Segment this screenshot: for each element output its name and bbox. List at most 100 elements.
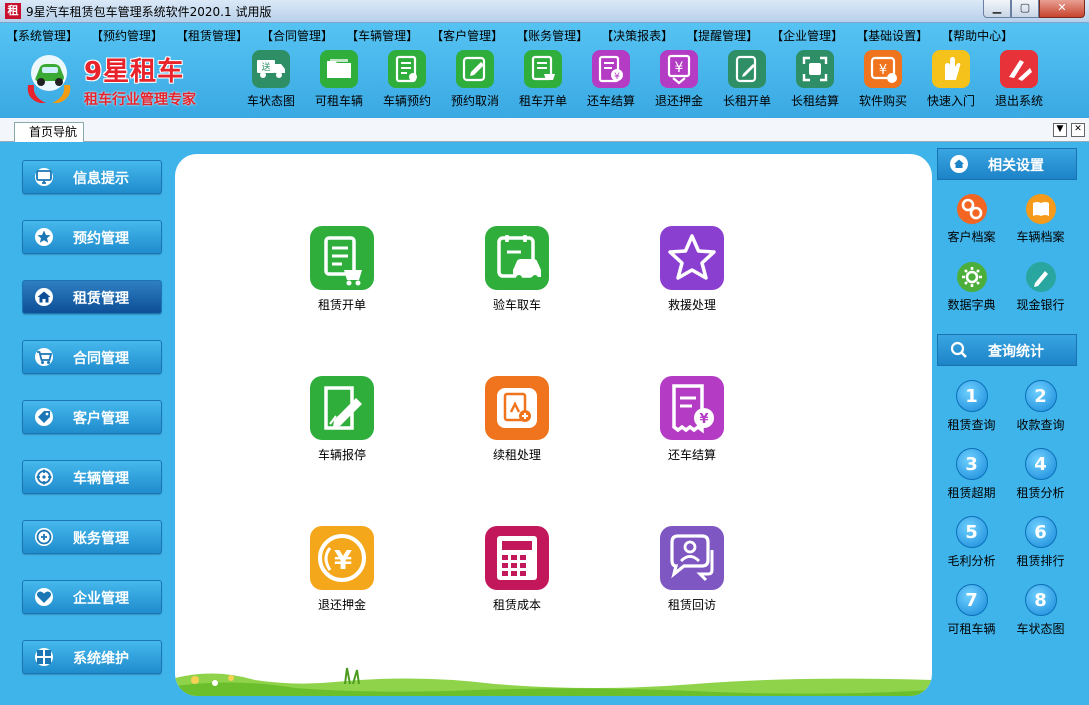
svg-text:¥: ¥ bbox=[879, 63, 887, 78]
query-item[interactable]: 3 租赁超期 bbox=[937, 448, 1006, 516]
query-item[interactable]: 6 租赁排行 bbox=[1006, 516, 1075, 584]
renew-icon bbox=[485, 376, 549, 440]
menu-item[interactable]: 【账务管理】 bbox=[516, 27, 588, 45]
menu-item[interactable]: 【决策报表】 bbox=[601, 27, 673, 45]
toolbar-button[interactable]: 退出系统 bbox=[985, 50, 1053, 109]
settings-item[interactable]: 现金银行 bbox=[1006, 262, 1075, 330]
query-item[interactable]: 1 租赁查询 bbox=[937, 380, 1006, 448]
close-button[interactable]: ✕ bbox=[1039, 0, 1085, 18]
cart-doc-icon bbox=[531, 55, 555, 81]
cart-icon bbox=[35, 348, 53, 366]
query-item-label: 可租车辆 bbox=[947, 622, 996, 636]
function-tile[interactable]: 车辆报停 bbox=[287, 376, 397, 463]
query-item[interactable]: 5 毛利分析 bbox=[937, 516, 1006, 584]
function-tile[interactable]: 续租处理 bbox=[462, 376, 572, 463]
settings-item[interactable]: 数据字典 bbox=[937, 262, 1006, 330]
query-item[interactable]: 8 车状态图 bbox=[1006, 584, 1075, 652]
yen-receipt-icon: ¥ bbox=[660, 376, 724, 440]
function-tile-label: 退还押金 bbox=[317, 598, 366, 612]
pencil-icon bbox=[1025, 262, 1056, 292]
toolbar-button-label: 还车结算 bbox=[586, 94, 635, 108]
function-tile[interactable]: 验车取车 bbox=[462, 226, 572, 313]
menu-item[interactable]: 【基础设置】 bbox=[856, 27, 928, 45]
function-tile-label: 车辆报停 bbox=[317, 448, 366, 462]
query-item[interactable]: 4 租赁分析 bbox=[1006, 448, 1075, 516]
grid-icon bbox=[35, 648, 53, 666]
nav-button[interactable]: 系统维护 bbox=[22, 640, 162, 674]
toolbar-button[interactable]: ¥ 还车结算 bbox=[577, 50, 645, 109]
car-check-icon bbox=[485, 226, 549, 290]
query-item-label: 租赁排行 bbox=[1016, 554, 1065, 568]
yen-doc-icon: ¥ bbox=[598, 55, 623, 83]
pen-doc-icon bbox=[324, 386, 362, 430]
toolbar-button[interactable]: 快速入门 bbox=[917, 50, 985, 109]
function-tile[interactable]: 救援处理 bbox=[637, 226, 747, 313]
toolbar-button[interactable]: 可租车辆 bbox=[305, 50, 373, 109]
toolbar-button[interactable]: 长租结算 bbox=[781, 50, 849, 109]
book-icon bbox=[1025, 194, 1056, 224]
toolbar-button-label: 软件购买 bbox=[858, 94, 907, 108]
menu-item[interactable]: 【合同管理】 bbox=[261, 27, 333, 45]
function-tile-label: 验车取车 bbox=[492, 298, 541, 312]
function-tile-label: 租赁回访 bbox=[667, 598, 716, 612]
maximize-button[interactable]: ▢ bbox=[1011, 0, 1039, 18]
query-item[interactable]: 2 收款查询 bbox=[1006, 380, 1075, 448]
tab-home-navigation[interactable]: 首页导航 bbox=[14, 122, 85, 142]
toolbar-button[interactable]: 送 车状态图 bbox=[237, 50, 305, 109]
folder-icon bbox=[320, 50, 358, 88]
settings-item[interactable]: 车辆档案 bbox=[1006, 194, 1075, 262]
logo-subtitle: 租车行业管理专家 bbox=[84, 92, 196, 108]
settings-item[interactable]: 客户档案 bbox=[937, 194, 1006, 262]
nav-button-label: 租赁管理 bbox=[73, 291, 129, 307]
nav-button[interactable]: 合同管理 bbox=[22, 340, 162, 374]
settings-grid: 客户档案 车辆档案 数据字典 现金银行 bbox=[937, 180, 1077, 334]
tab-close-button[interactable]: ✕ bbox=[1071, 123, 1085, 137]
nav-button[interactable]: 企业管理 bbox=[22, 580, 162, 614]
menu-item[interactable]: 【企业管理】 bbox=[771, 27, 843, 45]
heart-icon bbox=[35, 588, 53, 606]
toolbar-button[interactable]: ¥ 退还押金 bbox=[645, 50, 713, 109]
folder-icon bbox=[327, 59, 351, 78]
nav-button[interactable]: 账务管理 bbox=[22, 520, 162, 554]
menu-item[interactable]: 【租赁管理】 bbox=[176, 27, 248, 45]
pencil-icon bbox=[1033, 271, 1048, 287]
toolbar-button[interactable]: 车辆预约 bbox=[373, 50, 441, 109]
svg-text:¥: ¥ bbox=[334, 546, 352, 576]
function-tile[interactable]: 租赁开单 bbox=[287, 226, 397, 313]
function-tile[interactable]: 租赁回访 bbox=[637, 526, 747, 613]
nav-button[interactable]: 信息提示 bbox=[22, 160, 162, 194]
function-tile[interactable]: ¥ 退还押金 bbox=[287, 526, 397, 613]
nav-button[interactable]: 客户管理 bbox=[22, 400, 162, 434]
truck-icon: 送 bbox=[257, 60, 285, 78]
query-item[interactable]: 7 可租车辆 bbox=[937, 584, 1006, 652]
toolbar-button[interactable]: 租车开单 bbox=[509, 50, 577, 109]
nav-button[interactable]: 租赁管理 bbox=[22, 280, 162, 314]
function-tile[interactable]: ¥ 还车结算 bbox=[637, 376, 747, 463]
toolbar-button[interactable]: 预约取消 bbox=[441, 50, 509, 109]
link-icon bbox=[956, 194, 987, 224]
toolbar-button-label: 车辆预约 bbox=[382, 94, 431, 108]
settle-icon bbox=[802, 56, 828, 82]
toolbar-button-label: 退还押金 bbox=[654, 94, 703, 108]
toolbar-button[interactable]: ¥ 软件购买 bbox=[849, 50, 917, 109]
nav-button[interactable]: 预约管理 bbox=[22, 220, 162, 254]
tab-dropdown-button[interactable]: ▼ bbox=[1053, 123, 1067, 137]
toolbar-button-label: 可租车辆 bbox=[314, 94, 363, 108]
logo: 9星租车 租车行业管理专家 bbox=[20, 51, 220, 111]
menu-item[interactable]: 【预约管理】 bbox=[91, 27, 163, 45]
minimize-button[interactable]: ▁ bbox=[983, 0, 1011, 18]
function-tile-label: 救援处理 bbox=[667, 298, 716, 312]
menu-item[interactable]: 【提醒管理】 bbox=[686, 27, 758, 45]
nav-button[interactable]: 车辆管理 bbox=[22, 460, 162, 494]
window-title: 9星汽车租赁包车管理系统软件2020.1 试用版 bbox=[26, 5, 272, 19]
menu-item[interactable]: 【车辆管理】 bbox=[346, 27, 418, 45]
yen-coin-icon: ¥ bbox=[318, 534, 366, 582]
register-icon bbox=[395, 55, 417, 83]
menu-item[interactable]: 【系统管理】 bbox=[6, 27, 78, 45]
number-badge-icon: 5 bbox=[955, 516, 988, 548]
menu-item[interactable]: 【帮助中心】 bbox=[941, 27, 1013, 45]
toolbar: 送 车状态图 可租车辆 车辆预约 预约取消 租车开单 ¥ 还车结算 ¥ 退还押金 长… bbox=[237, 50, 1053, 109]
toolbar-button[interactable]: 长租开单 bbox=[713, 50, 781, 109]
function-tile[interactable]: 租赁成本 bbox=[462, 526, 572, 613]
menu-item[interactable]: 【客户管理】 bbox=[431, 27, 503, 45]
